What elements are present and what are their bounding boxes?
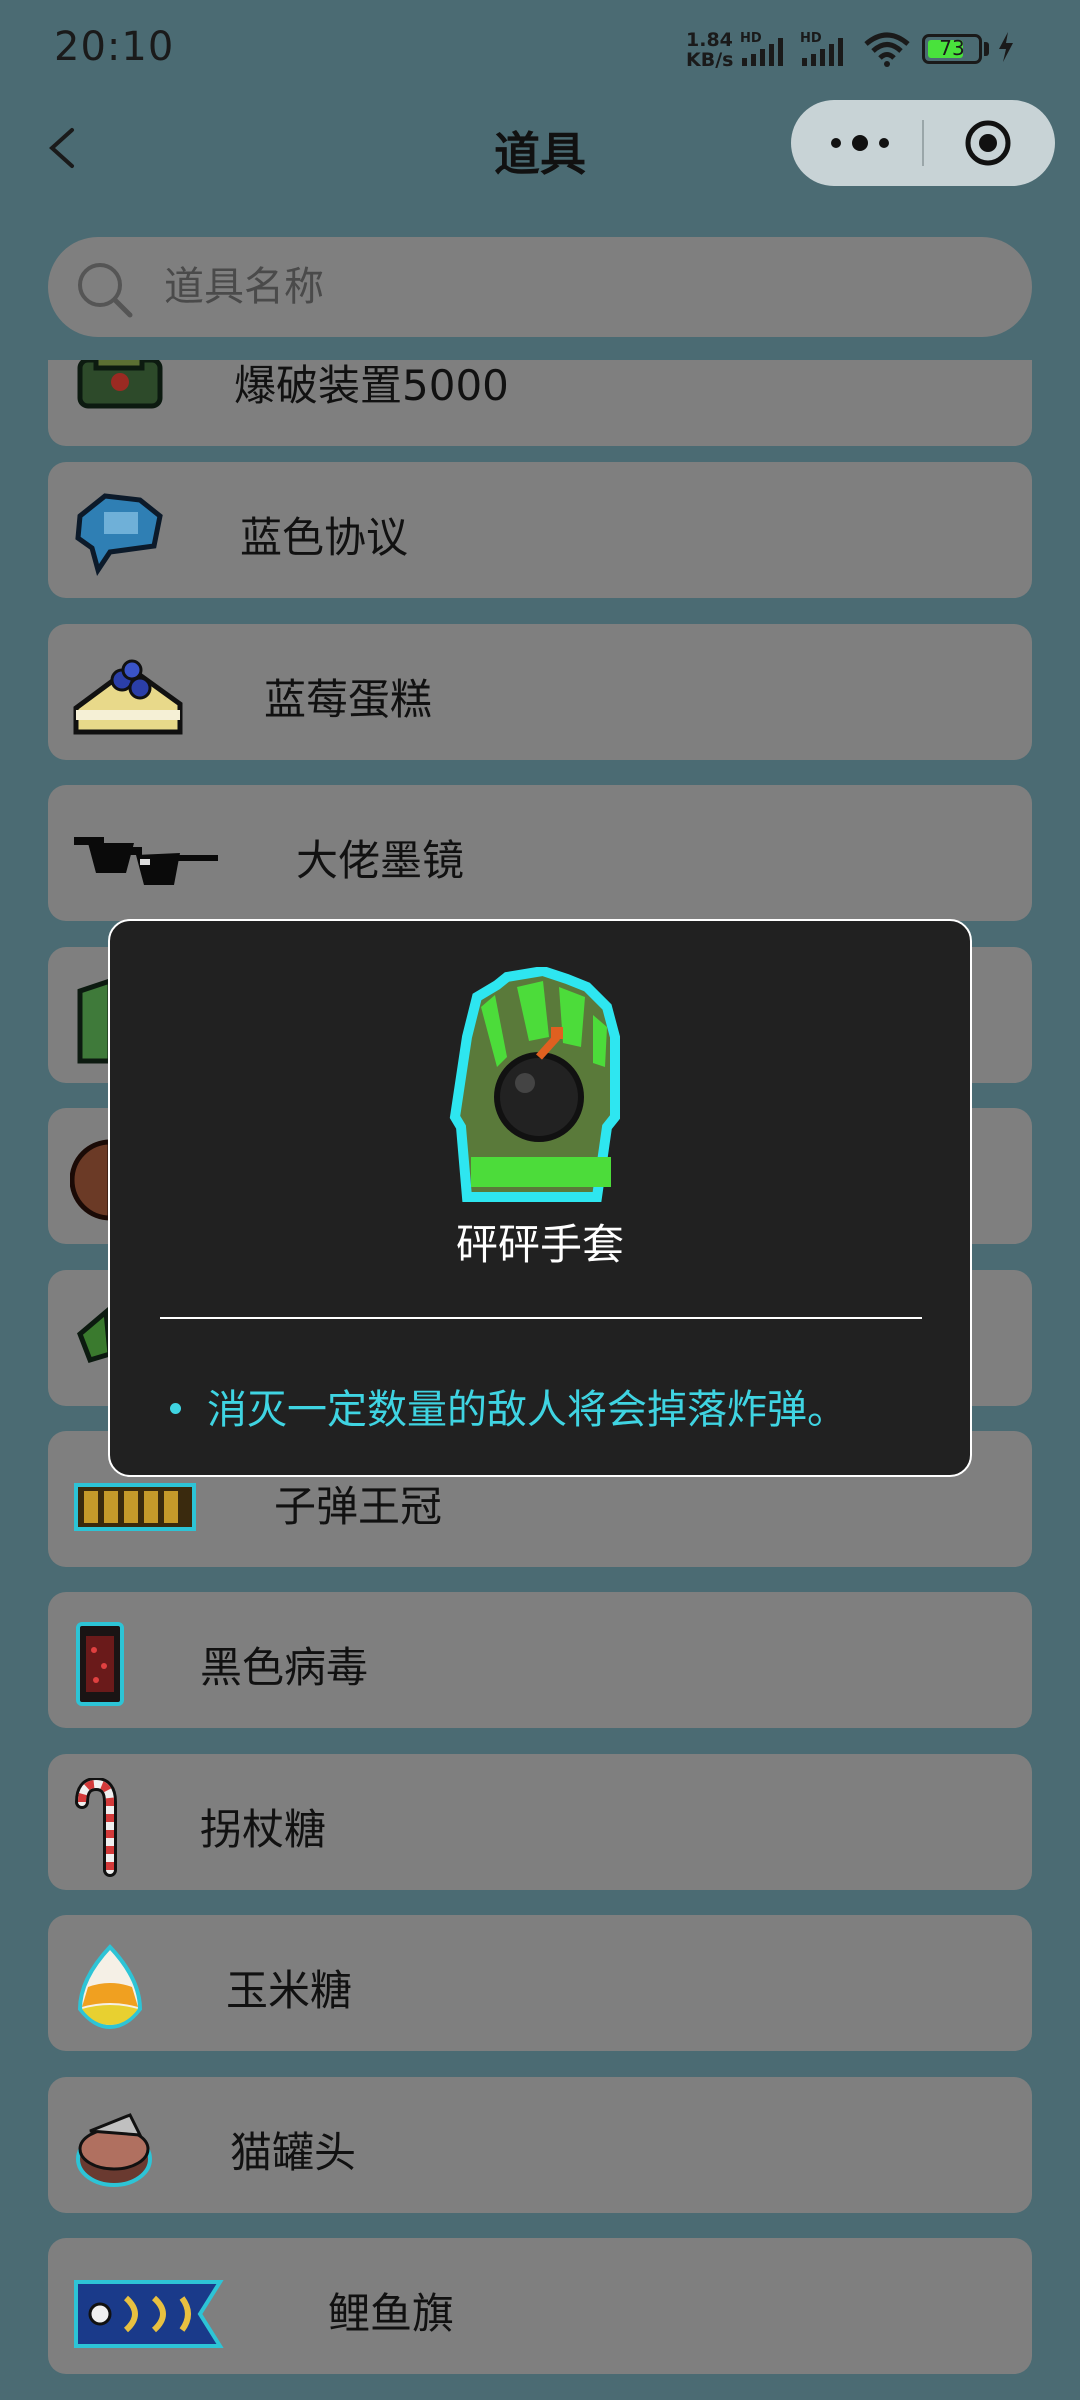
mini-program-capsule: [791, 100, 1055, 186]
blue-protocol-icon: [75, 493, 163, 576]
wifi-icon: [864, 32, 910, 67]
list-item[interactable]: 玉米糖: [48, 1915, 1032, 2051]
list-item[interactable]: 大佬墨镜: [48, 785, 1032, 921]
item-label: 子弹王冠: [274, 1482, 443, 1531]
net-speed: 1.84 KB/s: [686, 30, 733, 70]
item-detail-modal[interactable]: 砰砰手套 消灭一定数量的敌人将会掉落炸弹。: [108, 919, 972, 1477]
signal-strength-icon: HD: [740, 31, 783, 66]
list-item[interactable]: 拐杖糖: [48, 1754, 1032, 1890]
battery-level: 73: [939, 36, 965, 60]
signal-1-label: HD: [740, 31, 762, 46]
nav-bar: 道具: [0, 96, 1080, 200]
net-speed-unit: KB/s: [686, 49, 734, 71]
item-label: 鲤鱼旗: [328, 2289, 455, 2338]
list-item[interactable]: 猫罐头: [48, 2077, 1032, 2213]
candy-cane-icon: [75, 1778, 117, 1877]
modal-divider: [160, 1317, 922, 1319]
item-label: 大佬墨镜: [296, 836, 465, 885]
bomb-glove-icon: [449, 967, 620, 1202]
modal-description-text: 消灭一定数量的敌人将会掉落炸弹。: [207, 1387, 847, 1433]
item-label: 蓝莓蛋糕: [264, 675, 433, 724]
item-label: 玉米糖: [226, 1966, 353, 2015]
black-virus-icon: [76, 1622, 124, 1706]
status-time: 20:10: [54, 24, 175, 70]
item-label: 蓝色协议: [240, 513, 409, 562]
modal-item-name: 砰砰手套: [455, 1220, 624, 1269]
blueberry-cake-icon: [73, 659, 183, 735]
target-icon: [965, 120, 1011, 166]
more-button[interactable]: [827, 128, 897, 158]
list-item[interactable]: 爆破装置5000: [48, 360, 1032, 446]
net-speed-value: 1.84: [686, 29, 733, 51]
status-bar: 20:10 1.84 KB/s HD HD 73: [0, 0, 1080, 96]
battery-icon: 73: [922, 34, 982, 64]
signal-strength-2-icon: HD: [800, 31, 843, 66]
sunglasses-icon: [74, 837, 218, 885]
list-item[interactable]: 蓝色协议: [48, 462, 1032, 598]
search-icon: [78, 263, 133, 318]
search-input[interactable]: [162, 251, 986, 323]
more-dots-icon: [831, 135, 889, 151]
signal-2-label: HD: [800, 31, 822, 46]
cat-food-can-icon: [76, 2113, 152, 2187]
item-label: 拐杖糖: [200, 1805, 327, 1854]
charging-bolt-icon: [999, 32, 1013, 62]
modal-description: 消灭一定数量的敌人将会掉落炸弹。: [170, 1377, 847, 1435]
carp-streamer-icon: [74, 2280, 224, 2348]
close-mini-program-button[interactable]: [963, 118, 1013, 168]
list-item[interactable]: 鲤鱼旗: [48, 2238, 1032, 2374]
candy-corn-icon: [77, 1944, 143, 2030]
item-label: 猫罐头: [230, 2128, 357, 2177]
list-item[interactable]: 黑色病毒: [48, 1592, 1032, 1728]
item-label: 爆破装置5000: [234, 361, 509, 410]
item-label: 黑色病毒: [200, 1643, 369, 1692]
list-item[interactable]: 蓝莓蛋糕: [48, 624, 1032, 760]
bullet-dot: [170, 1402, 181, 1414]
capsule-divider: [922, 120, 924, 166]
blast-device-icon: [77, 360, 163, 409]
battery-tip: [984, 42, 989, 56]
search-bar[interactable]: [48, 237, 1032, 337]
